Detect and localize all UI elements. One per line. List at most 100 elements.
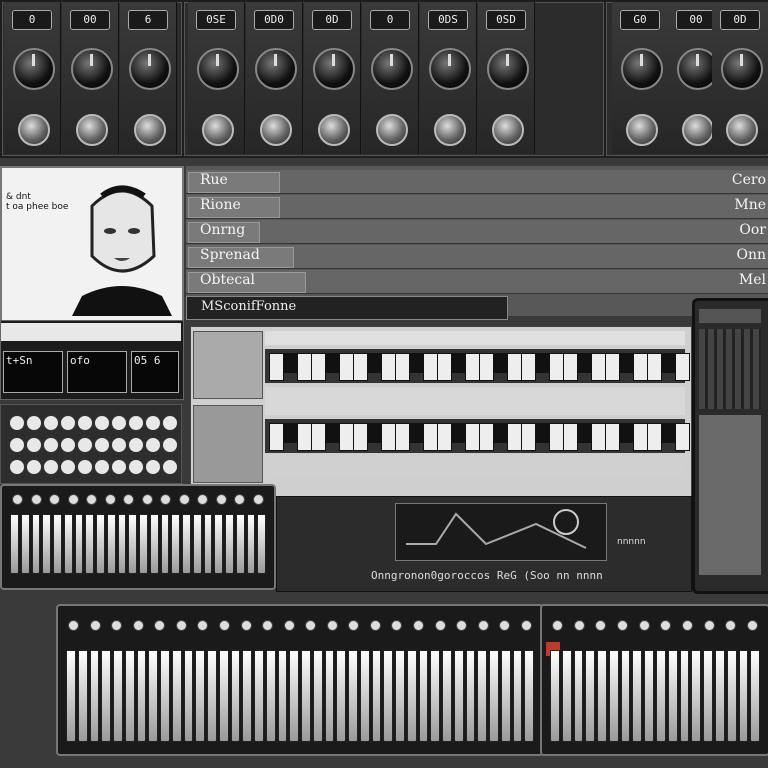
sequencer-step[interactable] — [353, 423, 368, 451]
piano-key[interactable] — [348, 650, 358, 742]
piano-key[interactable] — [324, 650, 335, 742]
piano-key[interactable] — [160, 650, 170, 742]
sequencer-step[interactable] — [423, 423, 438, 451]
piano-key[interactable] — [160, 514, 170, 574]
control-knob[interactable] — [305, 620, 317, 631]
keyboard-keys[interactable] — [550, 650, 761, 742]
panel-button[interactable] — [60, 437, 76, 453]
sequencer-step[interactable] — [605, 353, 620, 381]
piano-key[interactable] — [63, 514, 73, 574]
piano-key[interactable] — [20, 514, 30, 574]
control-knob[interactable] — [30, 494, 42, 505]
piano-key[interactable] — [703, 650, 713, 742]
pan-knob[interactable] — [682, 114, 714, 146]
control-knob[interactable] — [68, 620, 79, 631]
piano-key[interactable] — [608, 650, 619, 742]
piano-key[interactable] — [738, 650, 749, 742]
gain-knob[interactable] — [129, 48, 171, 90]
panel-button[interactable] — [9, 459, 25, 475]
control-knob[interactable] — [369, 620, 381, 631]
panel-button[interactable] — [77, 459, 93, 475]
control-knob[interactable] — [434, 620, 446, 631]
channel-3[interactable]: 0SE — [188, 2, 245, 154]
pan-knob[interactable] — [76, 114, 108, 146]
gain-knob[interactable] — [313, 48, 355, 90]
piano-key[interactable] — [207, 650, 217, 742]
sequencer-step[interactable] — [619, 353, 634, 373]
piano-key[interactable] — [512, 650, 523, 742]
piano-key[interactable] — [235, 514, 245, 574]
piano-key[interactable] — [246, 514, 256, 574]
gain-knob[interactable] — [71, 48, 113, 90]
sequencer-step[interactable] — [395, 423, 410, 451]
control-knob[interactable] — [240, 620, 252, 631]
panel-button[interactable] — [111, 415, 127, 431]
sequencer-step[interactable] — [647, 353, 662, 381]
piano-key[interactable] — [183, 650, 194, 742]
piano-key[interactable] — [85, 514, 94, 574]
panel-button[interactable] — [77, 415, 93, 431]
control-knob[interactable] — [12, 494, 23, 505]
sequencer-step[interactable] — [549, 423, 564, 451]
piano-key[interactable] — [277, 650, 288, 742]
piano-key[interactable] — [113, 650, 123, 742]
panel-button[interactable] — [162, 459, 178, 475]
video-preview[interactable]: & dnt t oa phee boe — [0, 166, 184, 322]
piano-key[interactable] — [106, 514, 116, 574]
gain-knob[interactable] — [429, 48, 471, 90]
sequencer-row[interactable] — [265, 349, 690, 383]
sequencer-step[interactable] — [577, 353, 592, 373]
piano-key[interactable] — [691, 650, 702, 742]
piano-key[interactable] — [225, 514, 234, 574]
sequencer-step[interactable] — [465, 423, 480, 451]
sequencer-step[interactable] — [591, 353, 606, 381]
piano-key[interactable] — [289, 650, 299, 742]
piano-key[interactable] — [139, 514, 148, 574]
channel-11[interactable]: 0D — [712, 2, 768, 154]
piano-key[interactable] — [359, 650, 370, 742]
sequencer-step[interactable] — [605, 423, 620, 451]
piano-key[interactable] — [632, 650, 643, 742]
pan-knob[interactable] — [726, 114, 758, 146]
piano-key[interactable] — [182, 514, 191, 574]
pan-knob[interactable] — [18, 114, 50, 146]
control-knob[interactable] — [681, 620, 693, 631]
sequencer-module-bottom[interactable] — [193, 405, 263, 483]
piano-key[interactable] — [77, 650, 88, 742]
panel-button[interactable] — [43, 415, 59, 431]
piano-key[interactable] — [573, 650, 584, 742]
sequencer-step[interactable] — [297, 353, 312, 381]
piano-key[interactable] — [218, 650, 229, 742]
channel-6[interactable]: 0 — [362, 2, 419, 154]
pan-knob[interactable] — [318, 114, 350, 146]
pan-knob[interactable] — [202, 114, 234, 146]
pan-knob[interactable] — [626, 114, 658, 146]
piano-key[interactable] — [442, 650, 452, 742]
panel-button[interactable] — [94, 459, 110, 475]
control-knob[interactable] — [348, 620, 360, 631]
control-knob[interactable] — [197, 494, 209, 505]
sequencer-step[interactable] — [479, 353, 494, 381]
panel-button[interactable] — [162, 415, 178, 431]
control-knob[interactable] — [252, 494, 264, 505]
piano-key[interactable] — [171, 514, 180, 574]
channel-1[interactable]: 00 — [62, 2, 119, 154]
piano-key[interactable] — [101, 650, 111, 742]
sequencer-step[interactable] — [563, 353, 578, 381]
control-knob[interactable] — [67, 494, 79, 505]
sequencer-step[interactable] — [311, 423, 326, 451]
sequencer-step[interactable] — [675, 423, 690, 451]
sequencer-row[interactable] — [265, 419, 690, 453]
control-knob[interactable] — [154, 620, 166, 631]
sequencer-step[interactable] — [409, 353, 424, 373]
control-knob[interactable] — [638, 620, 650, 631]
control-knob[interactable] — [595, 620, 607, 631]
control-knob[interactable] — [218, 620, 230, 631]
control-knob[interactable] — [520, 620, 532, 631]
sequencer-step[interactable] — [563, 423, 578, 451]
piano-key[interactable] — [667, 650, 678, 742]
gain-knob[interactable] — [371, 48, 413, 90]
sequencer-step[interactable] — [493, 353, 508, 373]
control-knob[interactable] — [197, 620, 209, 631]
control-knob[interactable] — [703, 620, 715, 631]
